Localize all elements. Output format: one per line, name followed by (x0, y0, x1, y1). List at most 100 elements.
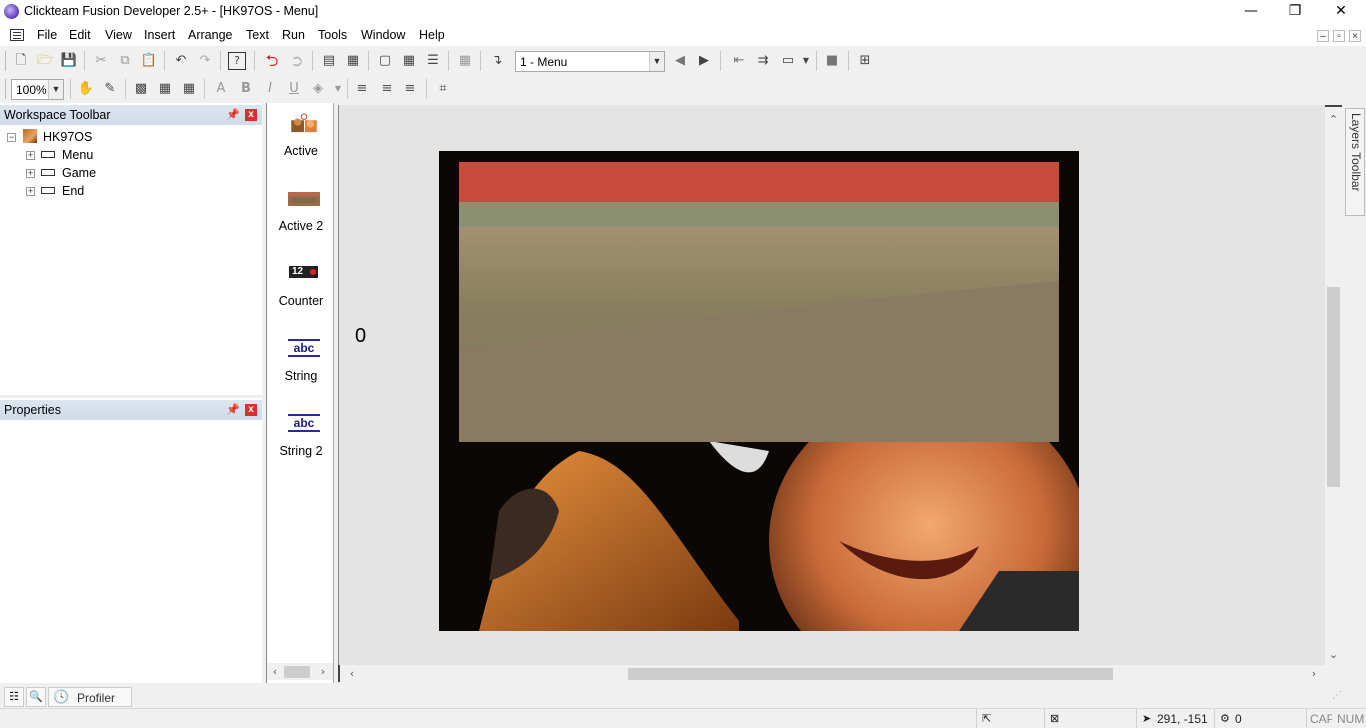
close-button[interactable]: ✕ (1318, 0, 1364, 24)
frame-editor-icon[interactable]: ▦ (344, 52, 362, 70)
tab-search[interactable]: 🔍 (26, 687, 46, 707)
hand-icon[interactable]: ✋ (77, 80, 95, 98)
event-list-icon[interactable]: ☰ (424, 52, 442, 70)
undo-icon[interactable]: ↶ (172, 52, 190, 70)
scroll-thumb[interactable] (628, 668, 1113, 680)
scroll-right-icon[interactable]: › (317, 665, 329, 678)
align-left-icon[interactable]: ≡ (353, 80, 371, 98)
palette-item-string[interactable]: abc String (267, 334, 335, 394)
film-icon[interactable]: ⊞ (856, 52, 874, 70)
chevron-down-icon[interactable]: ▼ (797, 52, 815, 70)
scroll-thumb[interactable] (284, 666, 310, 678)
menu-run[interactable]: Run (282, 28, 305, 42)
bold-icon[interactable]: B (237, 80, 255, 98)
mdi-minimize-button[interactable]: – (1317, 30, 1329, 42)
tab-workspace[interactable]: ☷ (4, 687, 24, 707)
italic-icon[interactable]: I (261, 80, 279, 98)
close-icon[interactable]: x (245, 404, 257, 416)
back-icon[interactable]: ⮌ (263, 52, 281, 70)
scroll-left-icon[interactable]: ‹ (346, 667, 358, 680)
storyboard-icon[interactable]: ▤ (320, 52, 338, 70)
scroll-down-icon[interactable]: ⌄ (1327, 648, 1340, 661)
frame-select[interactable]: 1 - Menu ▼ (515, 51, 665, 72)
frame-editor[interactable]: 0 (338, 105, 1325, 665)
align-center-icon[interactable]: ≡ (378, 80, 396, 98)
level-editor-icon[interactable]: ▢ (376, 52, 394, 70)
system-menu-icon[interactable] (10, 29, 24, 41)
snap-grid-icon[interactable]: ▦ (156, 80, 174, 98)
help-icon[interactable]: ? (228, 52, 246, 70)
close-icon[interactable]: x (245, 109, 257, 121)
next-frame-icon[interactable]: ▶ (695, 52, 713, 70)
new-file-icon[interactable]: 🗋 (12, 52, 30, 70)
scroll-up-icon[interactable]: ⌃ (1327, 113, 1340, 126)
counter-object[interactable]: 0 (355, 325, 366, 348)
tab-profiler[interactable]: 🕓 Profiler (48, 687, 132, 707)
show-grid-icon[interactable]: ▩ (132, 80, 150, 98)
menu-insert[interactable]: Insert (144, 28, 175, 42)
tree-frame-game[interactable]: + Game (0, 164, 262, 182)
frame-canvas[interactable] (439, 151, 1079, 631)
scroll-right-icon[interactable]: › (1308, 667, 1320, 680)
previous-frame-icon[interactable]: ◀ (671, 52, 689, 70)
paste-icon[interactable]: 📋 (140, 52, 158, 70)
frame-jump-icon[interactable]: ↴ (488, 52, 506, 70)
cut-icon[interactable]: ✂ (92, 52, 110, 70)
menu-view[interactable]: View (105, 28, 132, 42)
expand-icon[interactable]: + (26, 169, 35, 178)
chevron-down-icon[interactable]: ▼ (329, 80, 347, 98)
layers-toolbar-tab[interactable]: Layers Toolbar (1345, 108, 1365, 216)
data-elements-icon[interactable]: ▦ (456, 52, 474, 70)
palette-item-active-2[interactable]: Active 2 (267, 184, 335, 244)
editor-vertical-scrollbar[interactable]: ⌃ ⌄ (1325, 105, 1342, 665)
resize-grip-icon[interactable]: ⋰ (1332, 690, 1342, 701)
frame-size-icon[interactable]: ▭ (779, 52, 797, 70)
menu-tools[interactable]: Tools (318, 28, 347, 42)
collapse-icon[interactable]: − (7, 133, 16, 142)
save-icon[interactable]: 💾 (60, 52, 78, 70)
scroll-thumb[interactable] (1327, 287, 1340, 487)
redo-icon[interactable]: ↷ (196, 52, 214, 70)
expand-icon[interactable]: + (26, 187, 35, 196)
zoom-select[interactable]: 100% ▼ (11, 79, 64, 100)
fit-icon[interactable]: ⌗ (434, 80, 452, 98)
expand-icon[interactable]: + (26, 151, 35, 160)
edit-mode-icon[interactable]: ✎ (101, 80, 119, 98)
forward-icon[interactable]: ➲ (288, 52, 306, 70)
fill-color-icon[interactable]: ◈ (309, 80, 327, 98)
menu-edit[interactable]: Edit (69, 28, 91, 42)
duplicate-frame-icon[interactable]: ⇉ (754, 52, 772, 70)
stop-icon[interactable]: ■ (823, 52, 841, 70)
mdi-close-button[interactable]: × (1349, 30, 1361, 42)
cursor-coords: 291, -151 (1157, 712, 1208, 726)
menu-file[interactable]: File (37, 28, 57, 42)
palette-scrollbar[interactable]: ‹ › (267, 663, 333, 680)
palette-label: String (284, 369, 318, 383)
menu-help[interactable]: Help (419, 28, 445, 42)
scroll-left-icon[interactable]: ‹ (269, 665, 281, 678)
palette-item-active[interactable]: Active (267, 109, 335, 169)
insert-frame-icon[interactable]: ⇤ (730, 52, 748, 70)
event-editor-icon[interactable]: ▦ (400, 52, 418, 70)
grid-setup-icon[interactable]: ▦ (180, 80, 198, 98)
menu-text[interactable]: Text (246, 28, 269, 42)
tree-app-node[interactable]: − HK97OS (0, 128, 262, 146)
editor-horizontal-scrollbar[interactable]: ‹ › (338, 665, 1325, 682)
minimize-button[interactable]: — (1228, 0, 1274, 24)
tree-frame-end[interactable]: + End (0, 182, 262, 200)
menu-window[interactable]: Window (361, 28, 405, 42)
palette-item-string-2[interactable]: abc String 2 (267, 409, 335, 469)
pin-icon[interactable]: 📌 (226, 108, 240, 121)
align-right-icon[interactable]: ≡ (401, 80, 419, 98)
mdi-restore-button[interactable]: ▫ (1333, 30, 1345, 42)
copy-icon[interactable]: ⧉ (116, 52, 134, 70)
underline-icon[interactable]: U (285, 80, 303, 98)
pin-icon[interactable]: 📌 (226, 403, 240, 416)
font-icon[interactable]: A (212, 80, 230, 98)
open-folder-icon[interactable]: 🗁 (36, 52, 54, 70)
menu-arrange[interactable]: Arrange (188, 28, 232, 42)
palette-item-counter[interactable]: 12 Counter (267, 259, 335, 319)
active-object-icon (288, 192, 320, 206)
restore-button[interactable]: ❐ (1272, 0, 1318, 24)
tree-frame-menu[interactable]: + Menu (0, 146, 262, 164)
